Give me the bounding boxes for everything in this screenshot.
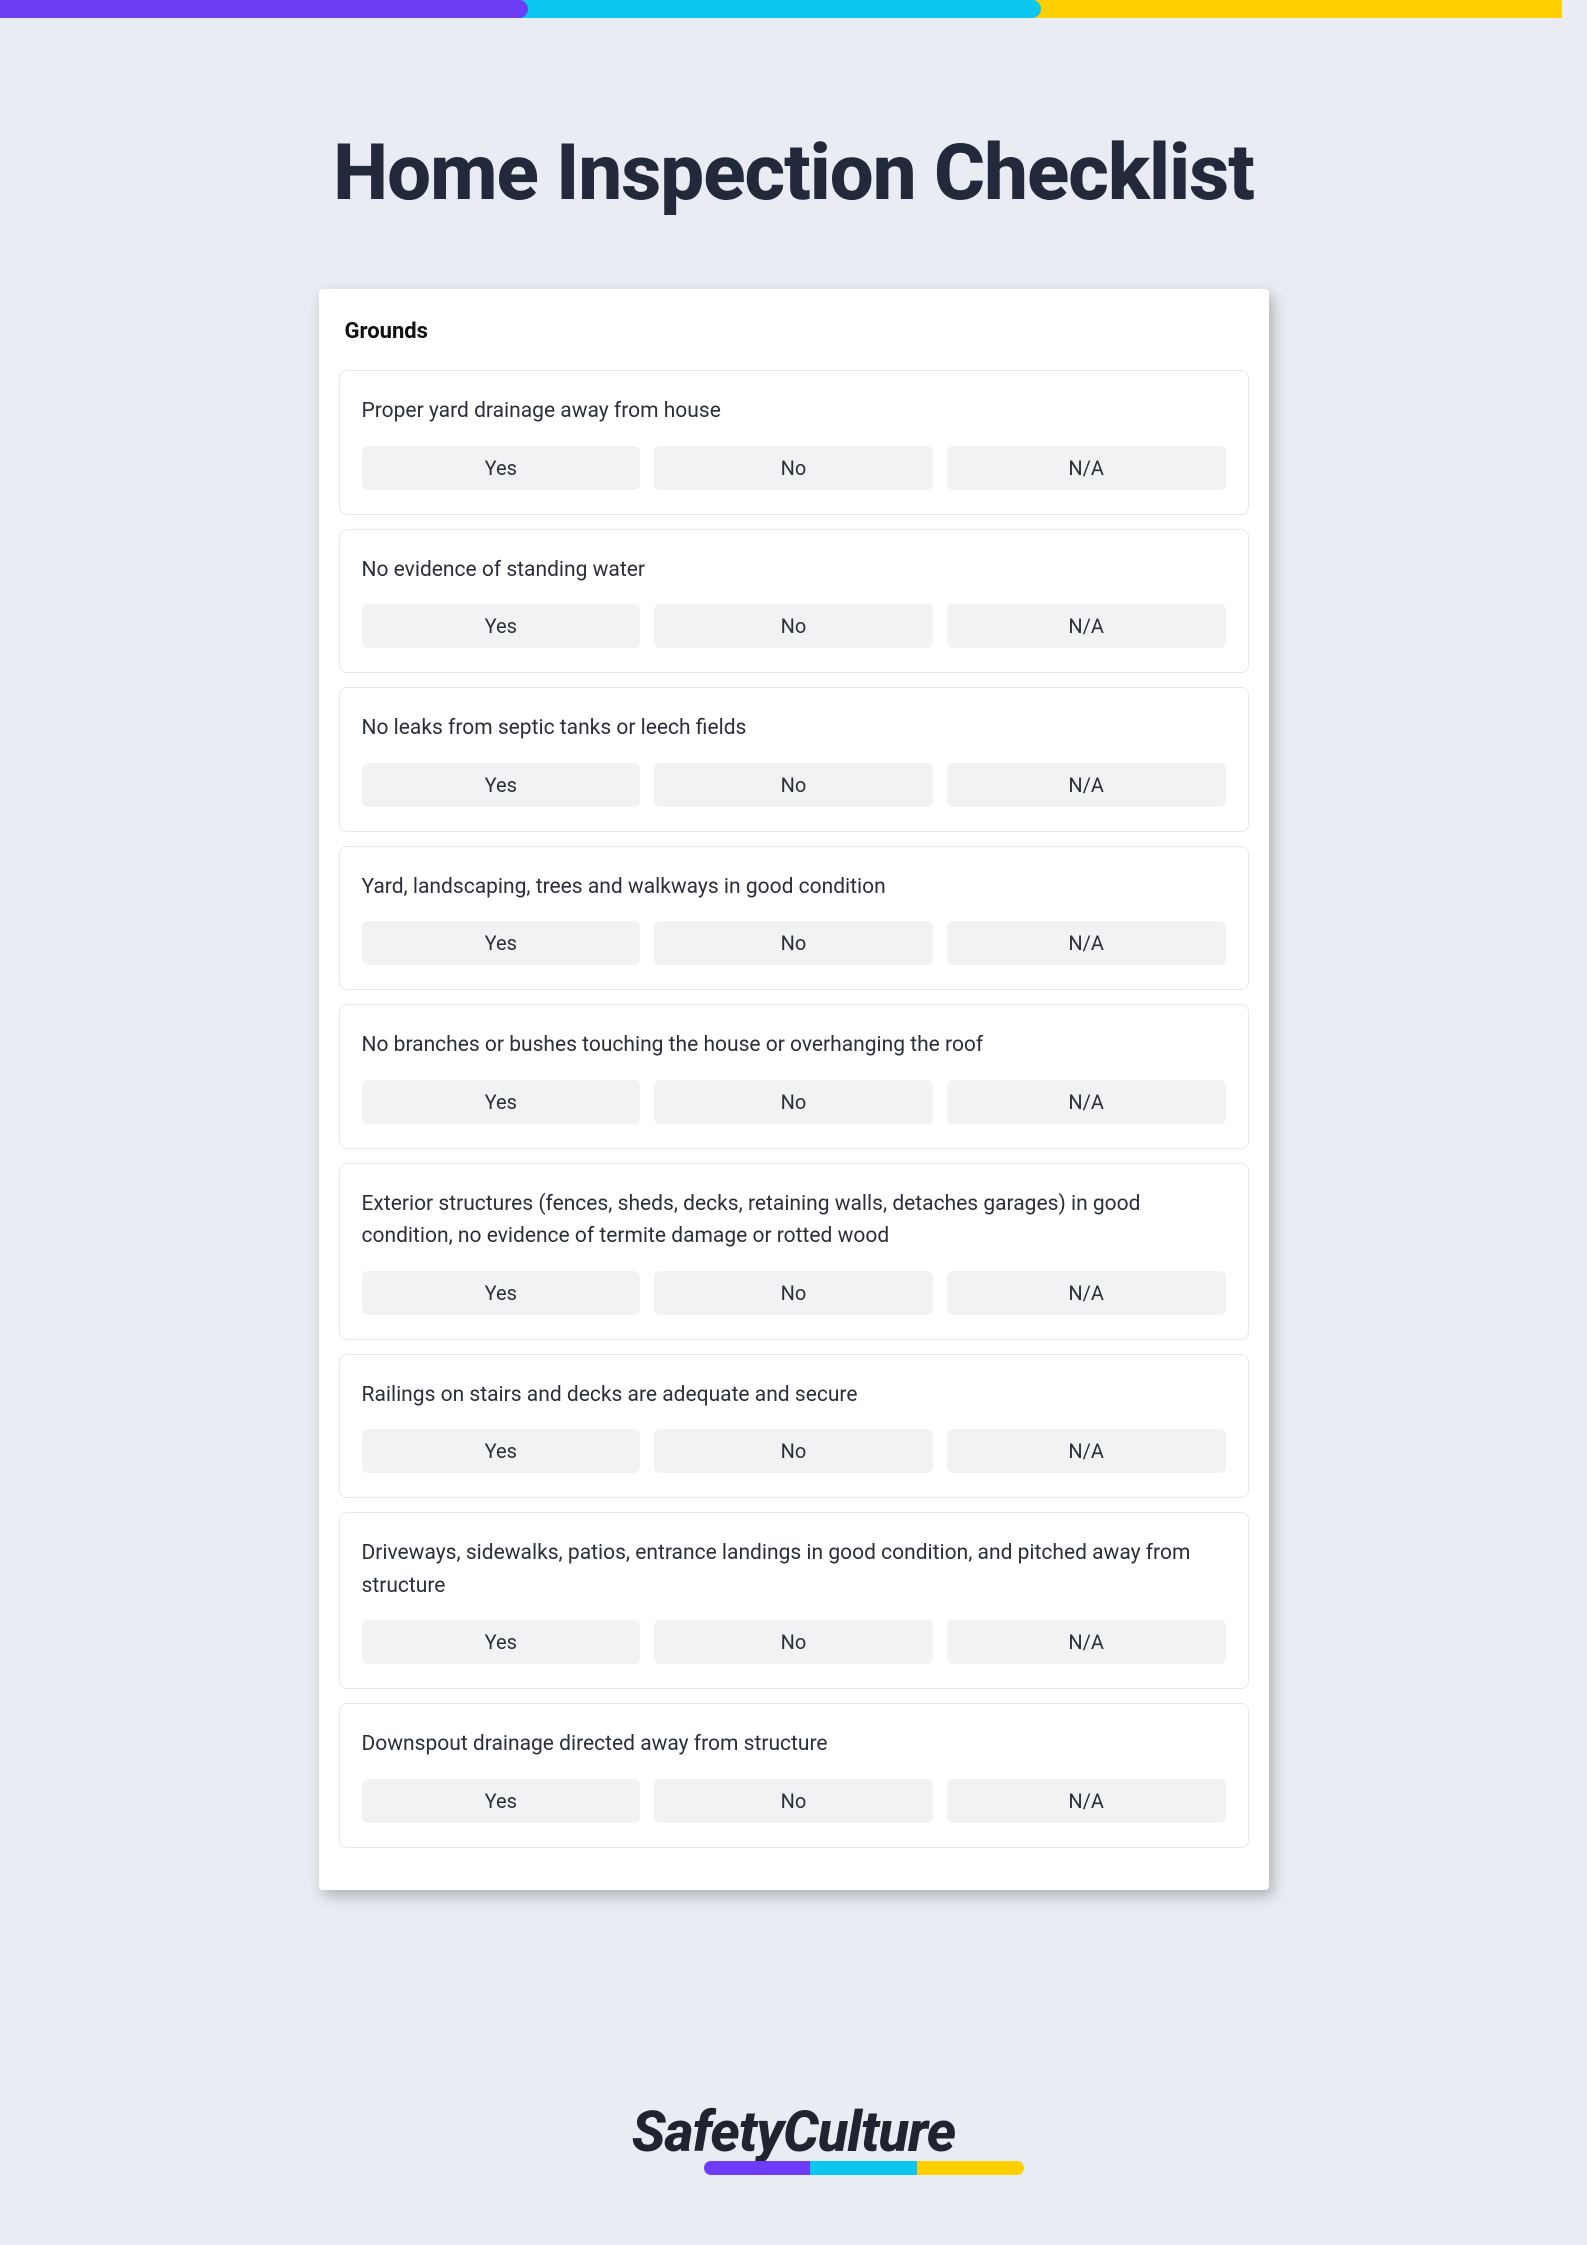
- question-block: Yard, landscaping, trees and walkways in…: [339, 846, 1249, 991]
- question-text: Exterior structures (fences, sheds, deck…: [362, 1188, 1226, 1253]
- checklist-card: Grounds Proper yard drainage away from h…: [319, 289, 1269, 1890]
- question-block: No evidence of standing water Yes No N/A: [339, 529, 1249, 674]
- option-no-button[interactable]: No: [654, 446, 933, 490]
- option-na-button[interactable]: N/A: [947, 1080, 1226, 1124]
- question-block: No leaks from septic tanks or leech fiel…: [339, 687, 1249, 832]
- question-text: No evidence of standing water: [362, 554, 1226, 587]
- option-yes-button[interactable]: Yes: [362, 1271, 641, 1315]
- option-no-button[interactable]: No: [654, 1080, 933, 1124]
- option-na-button[interactable]: N/A: [947, 921, 1226, 965]
- question-text: Yard, landscaping, trees and walkways in…: [362, 871, 1226, 904]
- option-na-button[interactable]: N/A: [947, 604, 1226, 648]
- option-na-button[interactable]: N/A: [947, 1779, 1226, 1823]
- section-title: Grounds: [339, 313, 1249, 370]
- option-yes-button[interactable]: Yes: [362, 446, 641, 490]
- question-text: No leaks from septic tanks or leech fiel…: [362, 712, 1226, 745]
- question-text: No branches or bushes touching the house…: [362, 1029, 1226, 1062]
- option-no-button[interactable]: No: [654, 1429, 933, 1473]
- accent-cyan: [510, 0, 1040, 18]
- option-na-button[interactable]: N/A: [947, 1429, 1226, 1473]
- option-no-button[interactable]: No: [654, 1779, 933, 1823]
- footer-logo: SafetyCulture: [564, 2099, 1024, 2175]
- question-block: Downspout drainage directed away from st…: [339, 1703, 1249, 1848]
- logo-text: SafetyCulture: [564, 2099, 1024, 2165]
- option-no-button[interactable]: No: [654, 1271, 933, 1315]
- accent-yellow: [1023, 0, 1563, 18]
- option-yes-button[interactable]: Yes: [362, 1779, 641, 1823]
- option-row: Yes No N/A: [362, 763, 1226, 807]
- option-row: Yes No N/A: [362, 1271, 1226, 1315]
- option-yes-button[interactable]: Yes: [362, 1429, 641, 1473]
- question-block: Proper yard drainage away from house Yes N…: [339, 370, 1249, 515]
- option-no-button[interactable]: No: [654, 763, 933, 807]
- option-na-button[interactable]: N/A: [947, 763, 1226, 807]
- option-yes-button[interactable]: Yes: [362, 1620, 641, 1664]
- question-text: Driveways, sidewalks, patios, entrance l…: [362, 1537, 1226, 1602]
- option-yes-button[interactable]: Yes: [362, 1080, 641, 1124]
- question-block: Driveways, sidewalks, patios, entrance l…: [339, 1512, 1249, 1689]
- option-row: Yes No N/A: [362, 1779, 1226, 1823]
- question-block: No branches or bushes touching the house…: [339, 1004, 1249, 1149]
- option-row: Yes No N/A: [362, 1080, 1226, 1124]
- accent-purple: [0, 0, 528, 18]
- question-block: Railings on stairs and decks are adequat…: [339, 1354, 1249, 1499]
- question-text: Downspout drainage directed away from st…: [362, 1728, 1226, 1761]
- option-yes-button[interactable]: Yes: [362, 921, 641, 965]
- option-row: Yes No N/A: [362, 446, 1226, 490]
- option-na-button[interactable]: N/A: [947, 1271, 1226, 1315]
- question-text: Railings on stairs and decks are adequat…: [362, 1379, 1226, 1412]
- option-row: Yes No N/A: [362, 1429, 1226, 1473]
- option-row: Yes No N/A: [362, 604, 1226, 648]
- option-yes-button[interactable]: Yes: [362, 604, 641, 648]
- option-yes-button[interactable]: Yes: [362, 763, 641, 807]
- option-row: Yes No N/A: [362, 921, 1226, 965]
- option-row: Yes No N/A: [362, 1620, 1226, 1664]
- option-na-button[interactable]: N/A: [947, 446, 1226, 490]
- question-text: Proper yard drainage away from house: [362, 395, 1226, 428]
- question-block: Exterior structures (fences, sheds, deck…: [339, 1163, 1249, 1340]
- option-no-button[interactable]: No: [654, 604, 933, 648]
- option-na-button[interactable]: N/A: [947, 1620, 1226, 1664]
- option-no-button[interactable]: No: [654, 921, 933, 965]
- logo-underline: [704, 2161, 1024, 2175]
- page-title: Home Inspection Checklist: [0, 128, 1587, 219]
- option-no-button[interactable]: No: [654, 1620, 933, 1664]
- top-accent-bar: [0, 0, 1587, 18]
